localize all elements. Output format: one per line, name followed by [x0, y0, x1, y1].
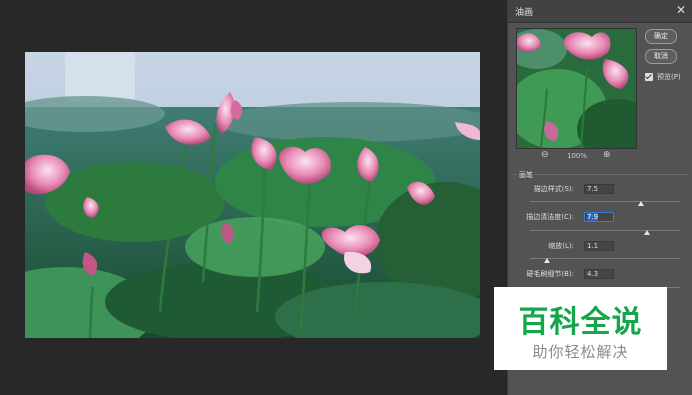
- lotus-painting: [25, 52, 480, 338]
- zoom-out-icon[interactable]: ⊖: [541, 150, 549, 160]
- zoom-controls: ⊖ 100% ⊕: [516, 150, 635, 162]
- dialog-title: 油画: [515, 8, 534, 18]
- cancel-button[interactable]: 取消: [645, 49, 677, 64]
- close-icon[interactable]: ✕: [676, 3, 686, 17]
- document-canvas: [0, 0, 507, 395]
- scale-input[interactable]: 1.1: [584, 241, 614, 251]
- dialog-title-bar[interactable]: 油画 ✕: [508, 0, 692, 23]
- bristle-detail-input[interactable]: 4.3: [584, 269, 614, 279]
- filter-preview[interactable]: [516, 28, 637, 149]
- stylization-slider-thumb[interactable]: [638, 201, 644, 206]
- scale-slider-track[interactable]: [530, 258, 680, 259]
- scale-slider-thumb[interactable]: [543, 258, 550, 263]
- stylization-slider-track[interactable]: [530, 201, 680, 202]
- preview-checkbox-label: 预览(P): [657, 73, 681, 81]
- scale-label: 缩放(L):: [548, 242, 574, 250]
- preview-checkbox[interactable]: [645, 73, 653, 81]
- watermark-logo: 百科全说 助你轻松解决: [494, 287, 667, 370]
- cleanliness-value: 7.9: [587, 213, 599, 221]
- brush-group-divider: [513, 174, 688, 175]
- preview-image: [517, 29, 636, 148]
- zoom-in-icon[interactable]: ⊕: [603, 150, 611, 160]
- cleanliness-label: 描边清洁度(C):: [526, 213, 574, 221]
- cleanliness-slider-track[interactable]: [530, 230, 680, 231]
- stylization-label: 描边样式(S):: [533, 185, 574, 193]
- ok-button[interactable]: 确定: [645, 29, 677, 44]
- watermark-title: 百科全说: [518, 305, 643, 340]
- watermark-subtitle: 助你轻松解决: [532, 343, 629, 361]
- oil-paint-image: [25, 52, 480, 338]
- cleanliness-input[interactable]: 7.9: [584, 212, 614, 222]
- bristle-detail-label: 硬毛刷细节(B):: [526, 270, 574, 278]
- zoom-level: 100%: [567, 152, 588, 160]
- stylization-input[interactable]: 7.5: [584, 184, 614, 194]
- cleanliness-slider-thumb[interactable]: [644, 230, 650, 235]
- brush-group-title: 画笔: [517, 170, 535, 180]
